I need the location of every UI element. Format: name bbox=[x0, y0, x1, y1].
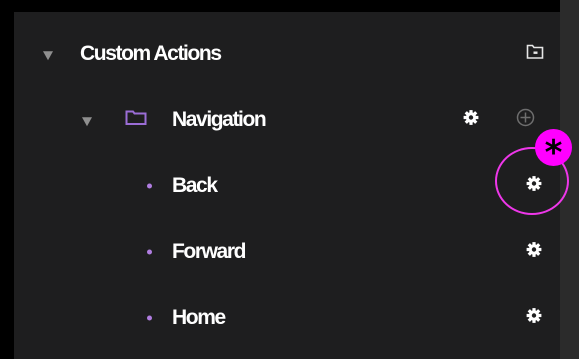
tree-row-forward[interactable]: Forward bbox=[14, 224, 560, 280]
expand-triangle-icon[interactable] bbox=[43, 51, 53, 61]
tree-row-back[interactable]: Back bbox=[14, 158, 560, 214]
tree-row-home[interactable]: Home bbox=[14, 290, 560, 346]
gear-icon[interactable] bbox=[526, 242, 542, 263]
tree-label-custom-actions: Custom Actions bbox=[80, 42, 222, 65]
gear-icon[interactable] bbox=[526, 308, 542, 329]
expand-triangle-icon[interactable] bbox=[82, 117, 92, 127]
plus-circle-icon[interactable] bbox=[516, 108, 535, 132]
folder-add-icon[interactable] bbox=[526, 44, 544, 65]
custom-actions-panel: Custom Actions Navigation Back Forward H… bbox=[14, 12, 560, 359]
bullet-icon bbox=[147, 183, 152, 189]
tree-row-custom-actions[interactable]: Custom Actions bbox=[14, 26, 560, 82]
gear-icon[interactable] bbox=[463, 110, 479, 131]
bullet-icon bbox=[147, 249, 152, 255]
tree-label-back: Back bbox=[172, 174, 218, 197]
tree-row-navigation[interactable]: Navigation bbox=[14, 92, 560, 148]
tree-label-forward: Forward bbox=[172, 240, 246, 263]
tree-label-navigation: Navigation bbox=[172, 108, 267, 131]
annotation-marker: * bbox=[535, 129, 572, 173]
folder-icon bbox=[125, 110, 147, 131]
tree-label-home: Home bbox=[172, 306, 226, 329]
bullet-icon bbox=[147, 315, 152, 321]
